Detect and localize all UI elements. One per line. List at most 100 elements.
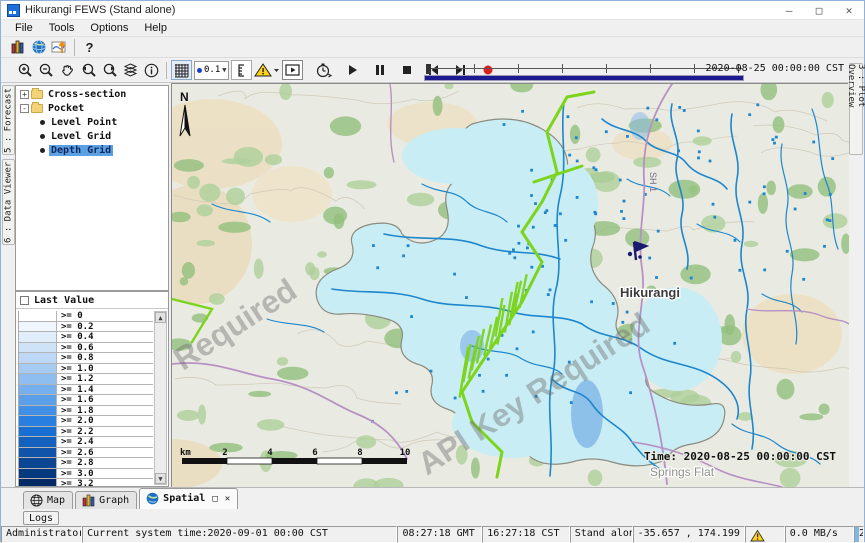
level-point[interactable] bbox=[395, 391, 398, 394]
collapse-icon[interactable]: - bbox=[20, 104, 29, 113]
legend-row[interactable]: >= 0.2 bbox=[19, 322, 153, 333]
level-point[interactable] bbox=[623, 200, 626, 203]
level-point[interactable] bbox=[677, 149, 680, 152]
level-point[interactable] bbox=[568, 154, 571, 157]
level-point[interactable] bbox=[402, 254, 405, 257]
level-point[interactable] bbox=[683, 109, 686, 112]
time-slider-handle[interactable] bbox=[426, 64, 431, 74]
level-point[interactable] bbox=[516, 347, 519, 350]
sidebar-tab-plot-overview[interactable]: 3 : Plot Overview bbox=[849, 63, 863, 155]
level-point[interactable] bbox=[690, 277, 693, 280]
level-point[interactable] bbox=[407, 244, 410, 247]
tree-node-depth-grid[interactable]: Depth Grid bbox=[16, 144, 168, 156]
sidebar-tab-data-viewer[interactable]: 6 : Data Viewer bbox=[2, 159, 15, 245]
level-point[interactable] bbox=[812, 141, 815, 144]
level-point[interactable] bbox=[626, 135, 629, 138]
info-icon[interactable] bbox=[141, 60, 162, 80]
level-point[interactable] bbox=[478, 374, 481, 377]
level-point[interactable] bbox=[655, 118, 658, 121]
sidebar-tab-forecast[interactable]: 5 : Forecast bbox=[2, 85, 15, 155]
movie-player-icon[interactable] bbox=[282, 60, 303, 80]
level-point[interactable] bbox=[534, 202, 537, 205]
level-point[interactable] bbox=[673, 342, 676, 345]
level-point[interactable] bbox=[612, 302, 615, 305]
level-point[interactable] bbox=[629, 391, 632, 394]
spatial-globe-icon[interactable] bbox=[28, 37, 49, 57]
level-point[interactable] bbox=[576, 196, 579, 199]
tree-node-label[interactable]: Level Point bbox=[49, 117, 119, 128]
legend-row[interactable]: >= 3.0 bbox=[19, 469, 153, 480]
tab-map[interactable]: Map bbox=[23, 491, 73, 509]
menu-tools[interactable]: Tools bbox=[41, 21, 83, 35]
level-point[interactable] bbox=[487, 358, 490, 361]
tab-spatial[interactable]: Spatial □ ✕ bbox=[139, 488, 238, 509]
level-point[interactable] bbox=[605, 130, 608, 133]
level-point[interactable] bbox=[739, 269, 742, 272]
level-point[interactable] bbox=[570, 401, 573, 404]
tab-graph[interactable]: Graph bbox=[75, 491, 137, 509]
grid-display-icon[interactable] bbox=[171, 60, 192, 80]
legend-row[interactable]: >= 1.2 bbox=[19, 374, 153, 385]
level-point[interactable] bbox=[831, 157, 834, 160]
legend-row[interactable]: >= 2.2 bbox=[19, 427, 153, 438]
zoom-next-icon[interactable] bbox=[99, 60, 120, 80]
level-point[interactable] bbox=[575, 136, 578, 139]
legend-row[interactable]: >= 1.4 bbox=[19, 385, 153, 396]
level-point[interactable] bbox=[517, 225, 520, 228]
layers-icon[interactable] bbox=[120, 60, 141, 80]
level-point[interactable] bbox=[372, 244, 375, 247]
level-point[interactable] bbox=[794, 208, 797, 211]
menu-options[interactable]: Options bbox=[82, 21, 136, 35]
level-point[interactable] bbox=[698, 150, 701, 153]
tree-node-label[interactable]: Level Grid bbox=[49, 131, 113, 142]
legend-row[interactable]: >= 2.6 bbox=[19, 448, 153, 459]
level-point[interactable] bbox=[763, 185, 766, 188]
pause-icon[interactable] bbox=[369, 60, 390, 80]
legend-row[interactable]: >= 2.0 bbox=[19, 416, 153, 427]
level-point[interactable] bbox=[530, 194, 533, 197]
tree-node-pocket[interactable]: - Pocket bbox=[16, 102, 168, 114]
tree-node-label[interactable]: Pocket bbox=[46, 103, 86, 114]
scroll-up-icon[interactable]: ▲ bbox=[155, 312, 166, 323]
level-point[interactable] bbox=[804, 192, 807, 195]
legend-row[interactable]: >= 2.8 bbox=[19, 458, 153, 469]
tab-maximize-icon[interactable]: □ bbox=[212, 494, 217, 504]
level-point[interactable] bbox=[532, 331, 535, 334]
level-point[interactable] bbox=[826, 218, 829, 221]
tree-node-label[interactable]: Cross-section bbox=[46, 89, 128, 100]
stop-icon[interactable] bbox=[396, 60, 417, 80]
level-point[interactable] bbox=[773, 142, 776, 145]
level-point[interactable] bbox=[756, 103, 759, 106]
level-point[interactable] bbox=[547, 293, 550, 296]
level-point[interactable] bbox=[530, 266, 533, 269]
level-point[interactable] bbox=[829, 219, 832, 222]
level-point[interactable] bbox=[646, 107, 649, 110]
level-point[interactable] bbox=[544, 211, 547, 214]
level-point[interactable] bbox=[772, 138, 775, 141]
level-point[interactable] bbox=[775, 136, 778, 139]
level-point[interactable] bbox=[453, 273, 456, 276]
level-point[interactable] bbox=[482, 390, 485, 393]
level-point[interactable] bbox=[526, 247, 529, 250]
menu-file[interactable]: File bbox=[7, 21, 41, 35]
level-point[interactable] bbox=[549, 289, 552, 292]
tree-node-level-point[interactable]: Level Point bbox=[16, 116, 168, 128]
level-point[interactable] bbox=[786, 250, 789, 253]
level-point[interactable] bbox=[678, 106, 681, 109]
status-warning-cell[interactable] bbox=[745, 526, 785, 543]
tab-close-icon[interactable]: ✕ bbox=[225, 494, 230, 504]
level-point[interactable] bbox=[376, 266, 379, 269]
level-point[interactable] bbox=[657, 230, 660, 233]
level-point[interactable] bbox=[405, 390, 408, 393]
close-button[interactable]: ✕ bbox=[834, 2, 864, 19]
legend-row[interactable]: >= 0.8 bbox=[19, 353, 153, 364]
scale-bar-toggle-icon[interactable] bbox=[231, 60, 252, 80]
legend-row[interactable]: >= 0.6 bbox=[19, 343, 153, 354]
level-point[interactable] bbox=[559, 212, 562, 215]
tree-node-level-grid[interactable]: Level Grid bbox=[16, 130, 168, 142]
zoom-in-icon[interactable] bbox=[15, 60, 36, 80]
level-point[interactable] bbox=[697, 130, 700, 133]
level-point[interactable] bbox=[763, 192, 766, 195]
logs-button[interactable]: Logs bbox=[23, 511, 59, 525]
maximize-button[interactable]: □ bbox=[804, 2, 834, 19]
